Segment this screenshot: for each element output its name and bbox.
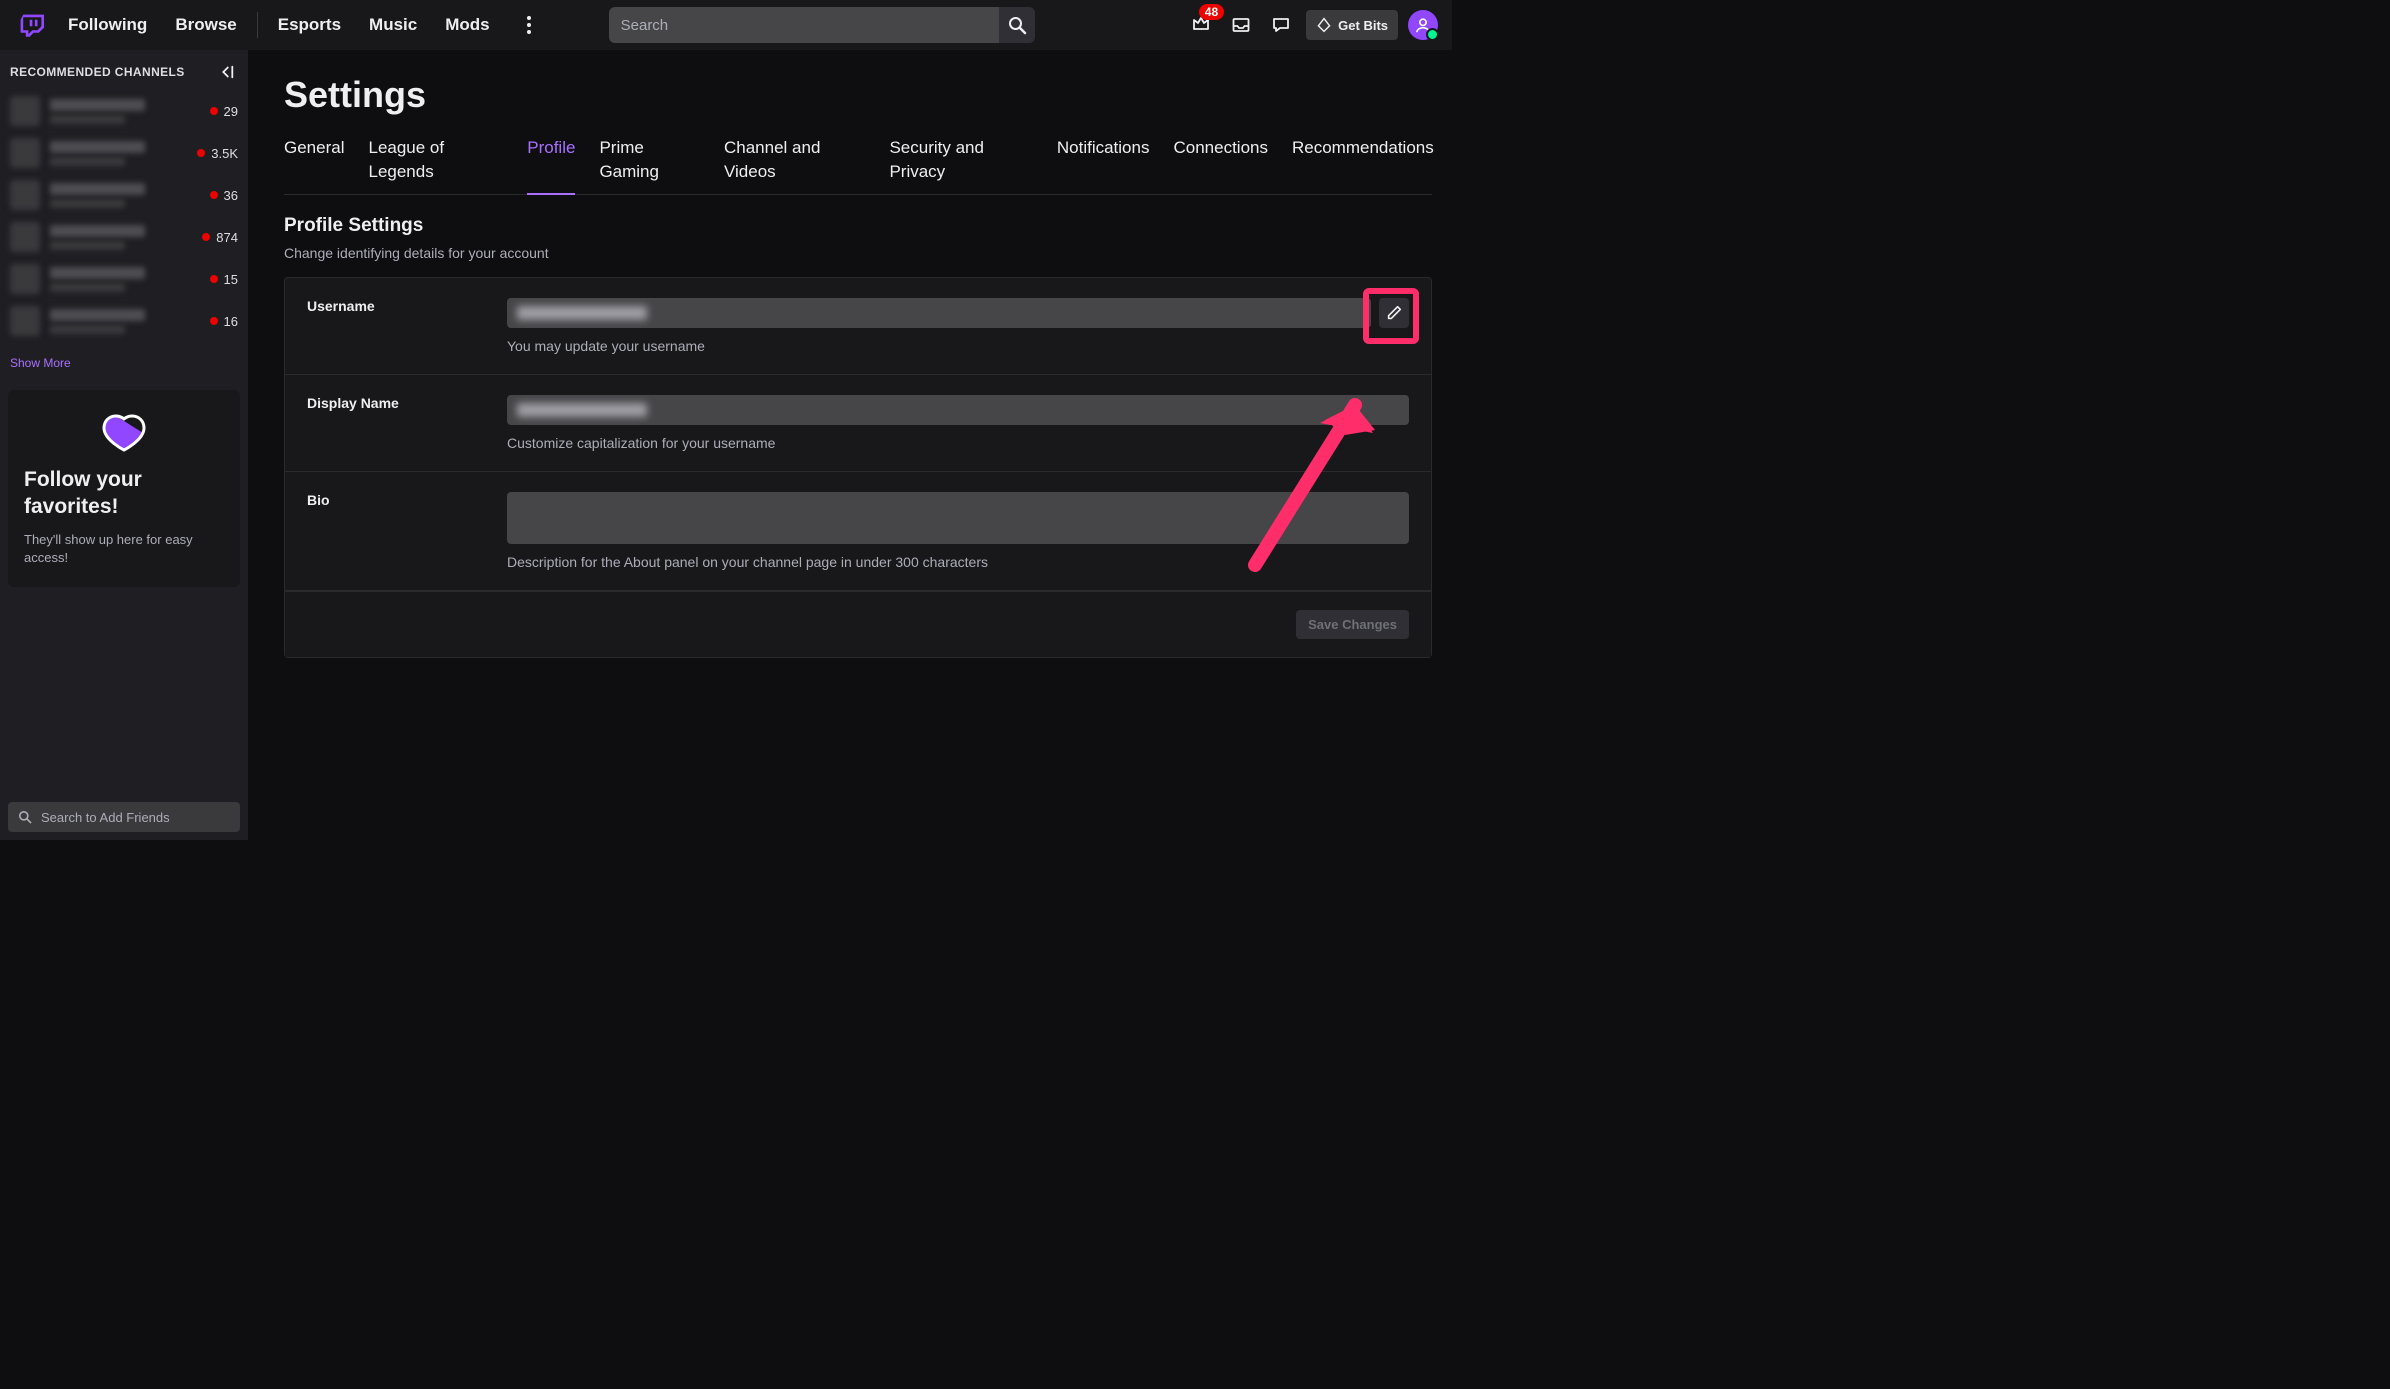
inbox-button[interactable] [1226, 10, 1256, 40]
channel-thumb [10, 96, 40, 126]
panel-footer: Save Changes [285, 591, 1431, 657]
displayname-helper: Customize capitalization for your userna… [507, 435, 1409, 451]
nav-separator [257, 12, 258, 38]
collapse-sidebar-button[interactable] [214, 60, 238, 84]
bits-label: Get Bits [1338, 18, 1388, 33]
sidebar: RECOMMENDED CHANNELS 29 3.5K 36 874 15 1… [0, 50, 248, 840]
more-menu-button[interactable] [514, 16, 544, 34]
tab-prime-gaming[interactable]: Prime Gaming [599, 134, 700, 194]
viewer-count: 3.5K [211, 146, 238, 161]
search-group [609, 7, 1035, 43]
inbox-icon [1231, 15, 1251, 35]
tab-general[interactable]: General [284, 134, 344, 194]
collapse-icon [217, 63, 235, 81]
row-username: Username You may update your username [285, 278, 1431, 375]
search-icon [17, 809, 33, 825]
user-avatar[interactable] [1408, 10, 1438, 40]
tab-channel-videos[interactable]: Channel and Videos [724, 134, 865, 194]
live-dot-icon [210, 317, 218, 325]
nav-following[interactable]: Following [54, 0, 161, 50]
viewer-count: 29 [224, 104, 238, 119]
notification-badge: 48 [1199, 4, 1224, 20]
edit-username-button[interactable] [1379, 298, 1409, 328]
channel-item[interactable]: 36 [0, 174, 248, 216]
page-title: Settings [284, 74, 1432, 116]
tab-profile[interactable]: Profile [527, 134, 575, 195]
channel-item[interactable]: 874 [0, 216, 248, 258]
heart-icon [24, 408, 224, 456]
tab-notifications[interactable]: Notifications [1057, 134, 1150, 194]
nav-right: 48 Get Bits [1186, 10, 1444, 40]
bits-icon [1316, 17, 1332, 33]
live-dot-icon [210, 107, 218, 115]
channel-item[interactable]: 16 [0, 300, 248, 342]
top-nav: Following Browse Esports Music Mods 48 G… [0, 0, 1452, 50]
channel-thumb [10, 222, 40, 252]
nav-esports[interactable]: Esports [264, 0, 355, 50]
displayname-label: Display Name [307, 395, 507, 451]
displayname-input[interactable] [507, 395, 1409, 425]
username-input[interactable] [507, 298, 1371, 328]
section-title: Profile Settings [284, 215, 1432, 237]
settings-tabs: General League of Legends Profile Prime … [284, 134, 1432, 195]
get-bits-button[interactable]: Get Bits [1306, 10, 1398, 40]
username-helper: You may update your username [507, 338, 1409, 354]
show-more-link[interactable]: Show More [0, 348, 248, 382]
search-input[interactable] [609, 7, 999, 43]
profile-panel: Username You may update your username Di… [284, 277, 1432, 658]
pencil-icon [1385, 304, 1403, 322]
row-displayname: Display Name Customize capitalization fo… [285, 375, 1431, 472]
follow-card: Follow your favorites! They'll show up h… [8, 390, 240, 587]
sidebar-title: RECOMMENDED CHANNELS [10, 65, 185, 79]
person-icon [1414, 16, 1432, 34]
friends-search-input[interactable] [41, 810, 231, 825]
tab-connections[interactable]: Connections [1173, 134, 1268, 194]
save-changes-button[interactable]: Save Changes [1296, 610, 1409, 639]
channel-item[interactable]: 15 [0, 258, 248, 300]
viewer-count: 874 [216, 230, 238, 245]
live-dot-icon [210, 191, 218, 199]
channel-thumb [10, 180, 40, 210]
channel-thumb [10, 306, 40, 336]
channel-item[interactable]: 3.5K [0, 132, 248, 174]
live-dot-icon [202, 233, 210, 241]
logo-icon[interactable] [16, 10, 46, 40]
viewer-count: 16 [224, 314, 238, 329]
channel-thumb [10, 264, 40, 294]
nav-browse[interactable]: Browse [161, 0, 250, 50]
follow-card-title: Follow your favorites! [24, 466, 224, 521]
channel-list: 29 3.5K 36 874 15 16 [0, 90, 248, 348]
prime-loot-button[interactable]: 48 [1186, 10, 1216, 40]
bio-helper: Description for the About panel on your … [507, 554, 1409, 570]
friends-search[interactable] [8, 802, 240, 832]
live-dot-icon [210, 275, 218, 283]
main-content: Settings General League of Legends Profi… [248, 50, 1452, 840]
section-subtitle: Change identifying details for your acco… [284, 245, 1432, 261]
live-dot-icon [197, 149, 205, 157]
nav-music[interactable]: Music [355, 0, 431, 50]
bio-textarea[interactable] [507, 492, 1409, 544]
follow-card-body: They'll show up here for easy access! [24, 531, 224, 567]
chat-icon [1271, 15, 1291, 35]
bio-label: Bio [307, 492, 507, 570]
username-label: Username [307, 298, 507, 354]
channel-item[interactable]: 29 [0, 90, 248, 132]
viewer-count: 15 [224, 272, 238, 287]
tab-league-of-legends[interactable]: League of Legends [368, 134, 503, 194]
search-button[interactable] [999, 7, 1035, 43]
tab-recommendations[interactable]: Recommendations [1292, 134, 1432, 194]
tab-security-privacy[interactable]: Security and Privacy [889, 134, 1032, 194]
channel-thumb [10, 138, 40, 168]
row-bio: Bio Description for the About panel on y… [285, 472, 1431, 591]
viewer-count: 36 [224, 188, 238, 203]
nav-mods[interactable]: Mods [431, 0, 503, 50]
search-icon [1007, 15, 1027, 35]
whispers-button[interactable] [1266, 10, 1296, 40]
